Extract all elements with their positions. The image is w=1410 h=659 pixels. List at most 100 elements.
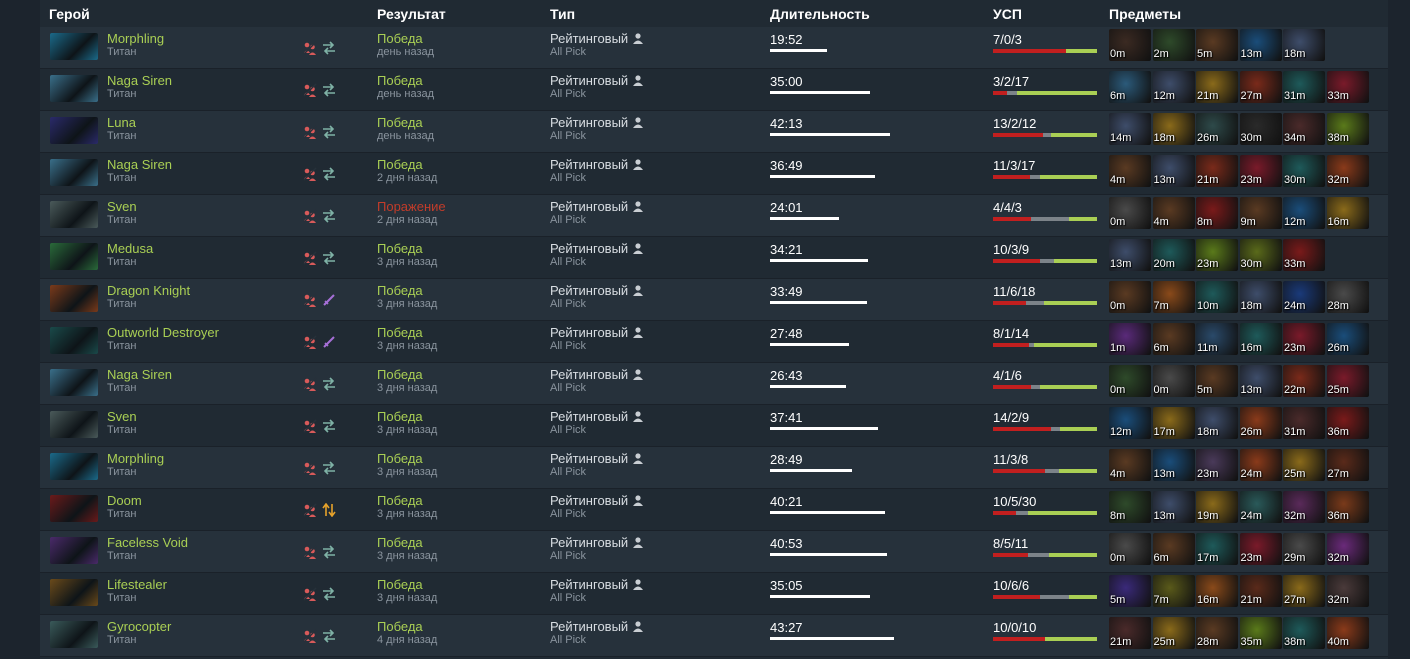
item-slot[interactable]: 35m	[1239, 617, 1282, 649]
item-slot[interactable]: 36m	[1326, 491, 1369, 523]
item-slot[interactable]: 31m	[1283, 71, 1325, 103]
item-slot[interactable]: 11m	[1196, 323, 1238, 355]
item-slot[interactable]: 0m	[1109, 29, 1151, 61]
match-result-link[interactable]: Победа	[377, 577, 423, 592]
item-slot[interactable]: 13m	[1109, 239, 1151, 271]
item-slot[interactable]: 29m	[1283, 533, 1325, 565]
item-slot[interactable]: 21m	[1196, 71, 1238, 103]
item-slot[interactable]: 6m	[1152, 323, 1195, 355]
item-slot[interactable]: 18m	[1152, 113, 1195, 145]
table-row[interactable]: Naga Siren Титан Победа 3 дня назад Рейтинго…	[40, 363, 1388, 405]
item-slot[interactable]: 23m	[1283, 323, 1325, 355]
item-slot[interactable]: 18m	[1239, 281, 1282, 313]
item-slot[interactable]: 24m	[1239, 449, 1282, 481]
item-slot[interactable]: 7m	[1152, 575, 1195, 607]
item-slot[interactable]: 32m	[1326, 575, 1369, 607]
table-row[interactable]: Outworld Destroyer Титан Победа 3 дня назад…	[40, 321, 1388, 363]
table-row[interactable]: Doom Титан Победа 3 дня назад Рейтинговый All…	[40, 489, 1388, 531]
table-row[interactable]: Lifestealer Титан Победа 3 дня назад Рейтинг…	[40, 573, 1388, 615]
item-slot[interactable]: 32m	[1283, 491, 1325, 523]
hero-name-link[interactable]: Gyrocopter	[107, 619, 171, 634]
table-row[interactable]: Dragon Knight Титан Победа 3 дня назад Рейти…	[40, 279, 1388, 321]
hero-portrait[interactable]	[50, 75, 98, 102]
item-slot[interactable]: 1m	[1109, 323, 1151, 355]
item-slot[interactable]: 0m	[1109, 365, 1151, 397]
item-slot[interactable]: 8m	[1109, 491, 1151, 523]
item-slot[interactable]: 27m	[1283, 575, 1325, 607]
item-slot[interactable]: 22m	[1283, 365, 1325, 397]
item-slot[interactable]: 30m	[1239, 113, 1282, 145]
hero-portrait[interactable]	[50, 201, 98, 228]
item-slot[interactable]: 7m	[1152, 281, 1195, 313]
hero-portrait[interactable]	[50, 411, 98, 438]
table-row[interactable]: Medusa Титан Победа 3 дня назад Рейтинговый A…	[40, 237, 1388, 279]
hero-name-link[interactable]: Morphling	[107, 451, 164, 466]
item-slot[interactable]: 9m	[1239, 197, 1282, 229]
item-slot[interactable]: 33m	[1326, 71, 1369, 103]
item-slot[interactable]: 26m	[1326, 323, 1369, 355]
item-slot[interactable]: 13m	[1239, 365, 1282, 397]
item-slot[interactable]: 0m	[1152, 365, 1195, 397]
item-slot[interactable]: 30m	[1239, 239, 1282, 271]
match-result-link[interactable]: Победа	[377, 73, 423, 88]
match-result-link[interactable]: Поражение	[377, 199, 446, 214]
hero-portrait[interactable]	[50, 243, 98, 270]
item-slot[interactable]: 25m	[1152, 617, 1195, 649]
hero-name-link[interactable]: Naga Siren	[107, 73, 172, 88]
table-row[interactable]: Gyrocopter Титан Победа 4 дня назад Рейтинго…	[40, 615, 1388, 657]
item-slot[interactable]: 26m	[1196, 113, 1238, 145]
hero-name-link[interactable]: Doom	[107, 493, 142, 508]
hero-name-link[interactable]: Sven	[107, 199, 137, 214]
match-result-link[interactable]: Победа	[377, 283, 423, 298]
item-slot[interactable]: 4m	[1109, 155, 1151, 187]
item-slot[interactable]: 32m	[1326, 533, 1369, 565]
hero-name-link[interactable]: Naga Siren	[107, 367, 172, 382]
item-slot[interactable]: 24m	[1283, 281, 1325, 313]
header-type[interactable]: Тип	[550, 6, 575, 22]
item-slot[interactable]: 31m	[1283, 407, 1325, 439]
table-row[interactable]: Morphling Титан Победа 3 дня назад Рейтингов…	[40, 447, 1388, 489]
hero-name-link[interactable]: Morphling	[107, 31, 164, 46]
match-result-link[interactable]: Победа	[377, 31, 423, 46]
hero-portrait[interactable]	[50, 579, 98, 606]
item-slot[interactable]: 18m	[1283, 29, 1325, 61]
item-slot[interactable]: 23m	[1239, 533, 1282, 565]
table-row[interactable]: Sven Титан Победа 3 дня назад Рейтинговый All…	[40, 405, 1388, 447]
hero-portrait[interactable]	[50, 453, 98, 480]
table-row[interactable]: Morphling Титан Победа день назад Рейтинговы…	[40, 27, 1388, 69]
item-slot[interactable]: 32m	[1326, 155, 1369, 187]
item-slot[interactable]: 8m	[1196, 197, 1238, 229]
item-slot[interactable]: 2m	[1152, 29, 1195, 61]
match-result-link[interactable]: Победа	[377, 115, 423, 130]
item-slot[interactable]: 0m	[1109, 533, 1151, 565]
item-slot[interactable]: 27m	[1326, 449, 1369, 481]
hero-portrait[interactable]	[50, 495, 98, 522]
item-slot[interactable]: 12m	[1109, 407, 1151, 439]
item-slot[interactable]: 13m	[1239, 29, 1282, 61]
item-slot[interactable]: 38m	[1283, 617, 1325, 649]
item-slot[interactable]: 24m	[1239, 491, 1282, 523]
match-result-link[interactable]: Победа	[377, 451, 423, 466]
header-result[interactable]: Результат	[377, 6, 446, 22]
hero-name-link[interactable]: Medusa	[107, 241, 153, 256]
hero-portrait[interactable]	[50, 159, 98, 186]
item-slot[interactable]: 13m	[1152, 449, 1195, 481]
item-slot[interactable]: 10m	[1196, 281, 1238, 313]
item-slot[interactable]: 23m	[1196, 449, 1238, 481]
item-slot[interactable]: 12m	[1152, 71, 1195, 103]
hero-name-link[interactable]: Naga Siren	[107, 157, 172, 172]
hero-portrait[interactable]	[50, 33, 98, 60]
header-duration[interactable]: Длительность	[770, 6, 870, 22]
item-slot[interactable]: 0m	[1109, 197, 1151, 229]
item-slot[interactable]: 5m	[1196, 29, 1238, 61]
table-row[interactable]: Sven Титан Поражение 2 дня назад Рейтинговый…	[40, 195, 1388, 237]
item-slot[interactable]: 25m	[1326, 365, 1369, 397]
item-slot[interactable]: 6m	[1109, 71, 1151, 103]
item-slot[interactable]: 12m	[1283, 197, 1325, 229]
item-slot[interactable]: 5m	[1196, 365, 1238, 397]
hero-portrait[interactable]	[50, 369, 98, 396]
item-slot[interactable]: 23m	[1239, 155, 1282, 187]
match-result-link[interactable]: Победа	[377, 367, 423, 382]
item-slot[interactable]: 4m	[1152, 197, 1195, 229]
item-slot[interactable]: 17m	[1196, 533, 1238, 565]
